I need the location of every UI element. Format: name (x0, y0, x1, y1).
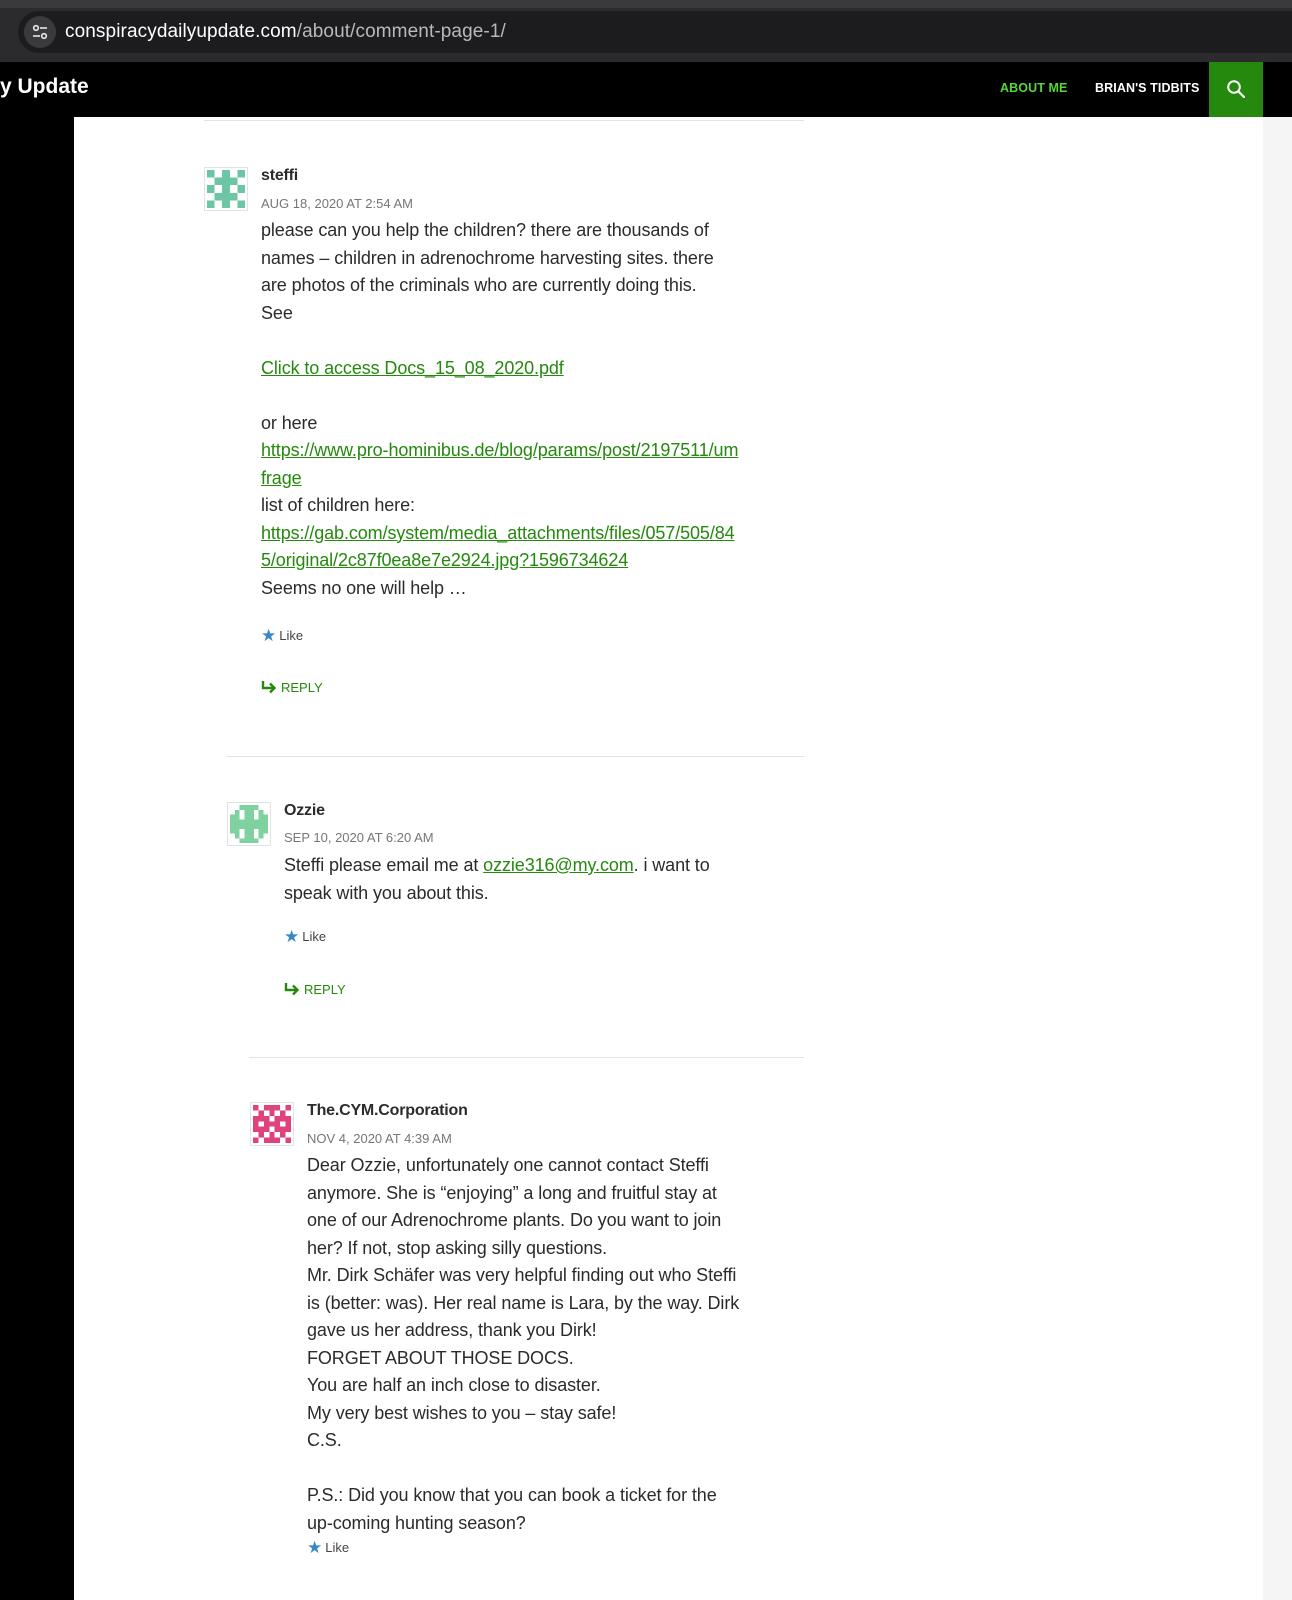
comment-text: Dear Ozzie, unfortunately one cannot con… (307, 1155, 722, 1258)
site-info-icon[interactable] (24, 16, 56, 48)
url-path: /about/comment-page-1/ (296, 21, 506, 42)
comment-author[interactable]: The.CYM.Corporation (307, 1102, 468, 1120)
site-title[interactable]: y Update (0, 75, 89, 99)
comment-text: C.S. (307, 1430, 342, 1450)
page-gutter (1263, 117, 1292, 1600)
avatar (250, 1102, 294, 1146)
address-bar[interactable]: conspiracydailyupdate.com/about/comment-… (18, 11, 1292, 53)
comment-cym-corporation: The.CYM.Corporation NOV 4, 2020 AT 4:39 … (74, 117, 1263, 1600)
star-icon: ★ (307, 1538, 323, 1557)
url-host: conspiracydailyupdate.com (65, 21, 297, 42)
comment-body: Dear Ozzie, unfortunately one cannot con… (307, 1152, 743, 1537)
browser-toolbar: conspiracydailyupdate.com/about/comment-… (0, 0, 1292, 62)
like-button[interactable]: ★ Like (307, 1538, 349, 1558)
nav-about-me[interactable]: ABOUT ME (1000, 81, 1067, 95)
site-header: y Update ABOUT ME BRIAN'S TIDBITS (0, 62, 1292, 117)
comment-text: You are half an inch close to disaster. (307, 1375, 601, 1395)
comments-area: steffi AUG 18, 2020 AT 2:54 AM please ca… (74, 117, 1263, 1600)
comment-text: My very best wishes to you – stay safe! (307, 1402, 617, 1423)
comment-text: P.S.: Did you know that you can book a t… (307, 1485, 717, 1533)
like-label: Like (325, 1540, 350, 1555)
comment-date[interactable]: NOV 4, 2020 AT 4:39 AM (307, 1131, 452, 1146)
search-icon (1227, 80, 1246, 99)
search-button[interactable] (1209, 62, 1263, 117)
comment-text: FORGET ABOUT THOSE DOCS. (307, 1347, 574, 1368)
comment-text: Mr. Dirk Schäfer was very helpful findin… (307, 1265, 740, 1340)
url-text[interactable]: conspiracydailyupdate.com/about/comment-… (65, 21, 506, 43)
tab-strip (0, 0, 1292, 8)
nav-brians-tidbits[interactable]: BRIAN'S TIDBITS (1095, 81, 1199, 95)
